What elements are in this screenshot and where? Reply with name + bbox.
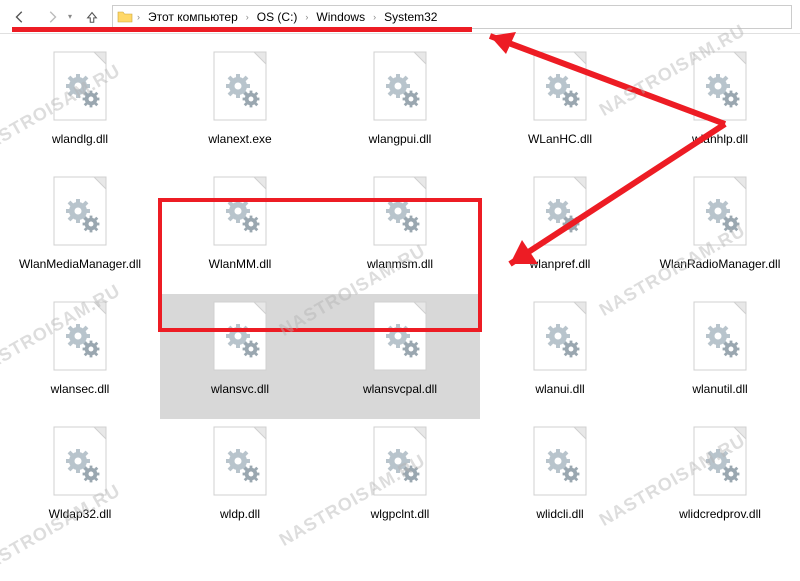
breadcrumb-item[interactable]: Windows [312,6,369,28]
system-file-icon [528,298,592,378]
file-item[interactable]: wlansvcpal.dll [320,294,480,419]
file-item[interactable]: wlanpref.dll [480,169,640,294]
file-item[interactable]: wlansvc.dll [160,294,320,419]
file-item[interactable]: WlanRadioManager.dll [640,169,800,294]
file-label: wlanui.dll [535,382,584,396]
file-grid: wlandlg.dll wlanext.exe [0,44,800,544]
file-label: wlansec.dll [51,382,110,396]
chevron-right-icon[interactable]: › [303,12,310,22]
file-label: WlanMM.dll [209,257,272,271]
system-file-icon [48,423,112,503]
file-label: wlidcli.dll [536,507,583,521]
system-file-icon [208,298,272,378]
nav-up-button[interactable] [80,5,104,29]
file-item[interactable]: Wldap32.dll [0,419,160,544]
file-label: wldp.dll [220,507,260,521]
file-label: WLanHC.dll [528,132,592,146]
file-item[interactable]: WLanHC.dll [480,44,640,169]
files-area: wlandlg.dll wlanext.exe [0,34,800,538]
chevron-right-icon[interactable]: › [135,12,142,22]
file-label: wlanext.exe [208,132,271,146]
system-file-icon [528,173,592,253]
system-file-icon [528,48,592,128]
file-label: Wldap32.dll [49,507,112,521]
file-label: wlansvcpal.dll [363,382,437,396]
system-file-icon [208,173,272,253]
file-label: wlandlg.dll [52,132,108,146]
file-item[interactable]: wldp.dll [160,419,320,544]
breadcrumb-item[interactable]: Этот компьютер [144,6,242,28]
file-item[interactable]: WlanMediaManager.dll [0,169,160,294]
system-file-icon [368,298,432,378]
system-file-icon [368,173,432,253]
file-item[interactable]: WlanMM.dll [160,169,320,294]
file-label: WlanRadioManager.dll [660,257,781,271]
file-item[interactable]: wlansec.dll [0,294,160,419]
file-label: wlanmsm.dll [367,257,433,271]
file-label: wlidcredprov.dll [679,507,761,521]
file-label: wlansvc.dll [211,382,269,396]
system-file-icon [368,48,432,128]
system-file-icon [688,423,752,503]
file-item[interactable]: wlgpclnt.dll [320,419,480,544]
system-file-icon [48,48,112,128]
system-file-icon [208,48,272,128]
file-label: wlanutil.dll [692,382,747,396]
nav-history-dropdown[interactable]: ▾ [68,12,72,21]
file-item[interactable]: wlandlg.dll [0,44,160,169]
file-item[interactable]: wlanutil.dll [640,294,800,419]
folder-icon [117,9,133,25]
breadcrumb-item[interactable]: OS (C:) [253,6,302,28]
system-file-icon [688,173,752,253]
system-file-icon [208,423,272,503]
chevron-right-icon[interactable]: › [371,12,378,22]
system-file-icon [528,423,592,503]
toolbar: ▾ › Этот компьютер › OS (C:) › Windows ›… [0,0,800,34]
file-label: wlgpclnt.dll [371,507,430,521]
system-file-icon [48,298,112,378]
file-item[interactable]: wlanhlp.dll [640,44,800,169]
chevron-right-icon[interactable]: › [244,12,251,22]
file-label: wlanhlp.dll [692,132,748,146]
address-bar[interactable]: › Этот компьютер › OS (C:) › Windows › S… [112,5,792,29]
system-file-icon [368,423,432,503]
file-item[interactable]: wlidcli.dll [480,419,640,544]
file-label: wlanpref.dll [530,257,591,271]
file-item[interactable]: wlidcredprov.dll [640,419,800,544]
file-item[interactable]: wlanext.exe [160,44,320,169]
system-file-icon [688,48,752,128]
nav-forward-button[interactable] [40,5,64,29]
breadcrumb-item[interactable]: System32 [380,6,441,28]
file-item[interactable]: wlanmsm.dll [320,169,480,294]
file-item[interactable]: wlanui.dll [480,294,640,419]
system-file-icon [48,173,112,253]
system-file-icon [688,298,752,378]
file-item[interactable]: wlangpui.dll [320,44,480,169]
nav-back-button[interactable] [8,5,32,29]
file-label: wlangpui.dll [369,132,432,146]
file-label: WlanMediaManager.dll [19,257,141,271]
